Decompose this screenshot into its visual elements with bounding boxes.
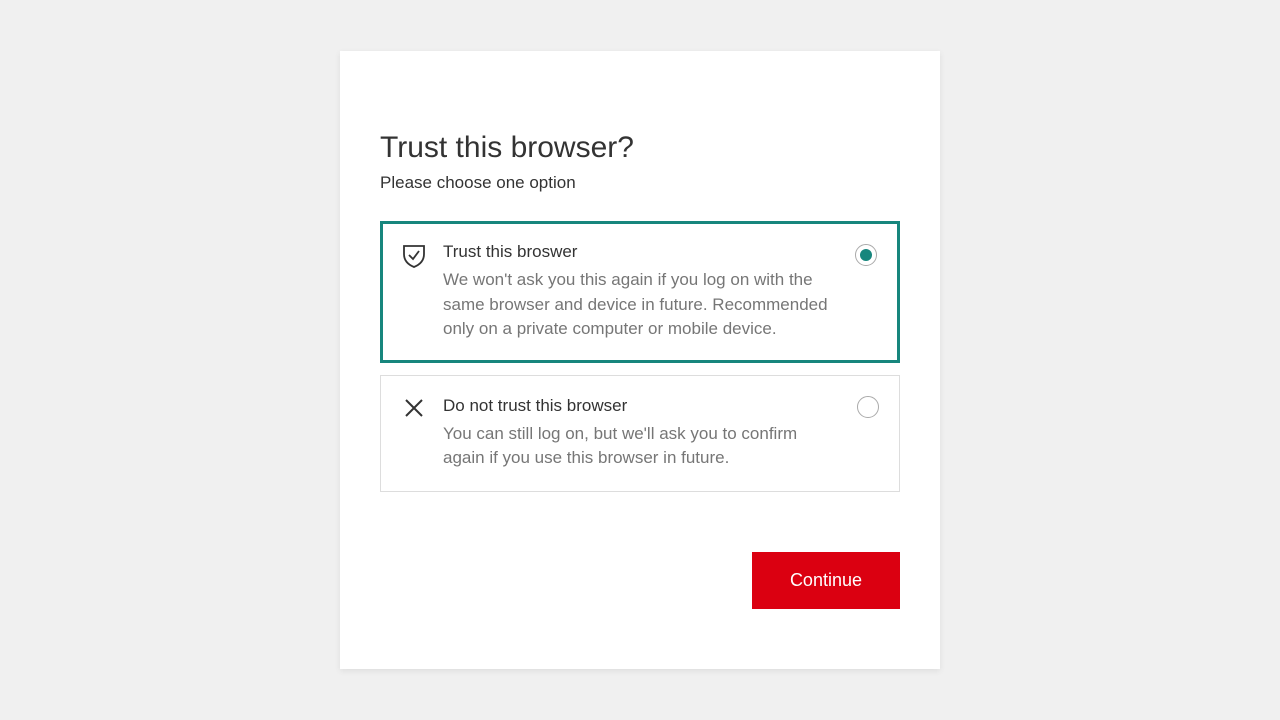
dialog-title: Trust this browser? [380,131,900,165]
option-trust-title: Trust this broswer [443,242,837,262]
x-icon [403,398,425,422]
radio-dont-trust[interactable] [857,396,879,418]
option-trust[interactable]: Trust this broswer We won't ask you this… [380,221,900,363]
radio-trust[interactable] [855,244,877,266]
button-row: Continue [380,552,900,609]
trust-browser-dialog: Trust this browser? Please choose one op… [340,51,940,669]
option-dont-trust-desc: You can still log on, but we'll ask you … [443,422,837,471]
option-trust-content: Trust this broswer We won't ask you this… [443,242,877,342]
continue-button[interactable]: Continue [752,552,900,609]
option-dont-trust-content: Do not trust this browser You can still … [443,396,877,471]
dialog-subtitle: Please choose one option [380,173,900,193]
option-trust-desc: We won't ask you this again if you log o… [443,268,837,342]
option-dont-trust[interactable]: Do not trust this browser You can still … [380,375,900,492]
shield-check-icon [403,244,425,268]
option-dont-trust-title: Do not trust this browser [443,396,837,416]
